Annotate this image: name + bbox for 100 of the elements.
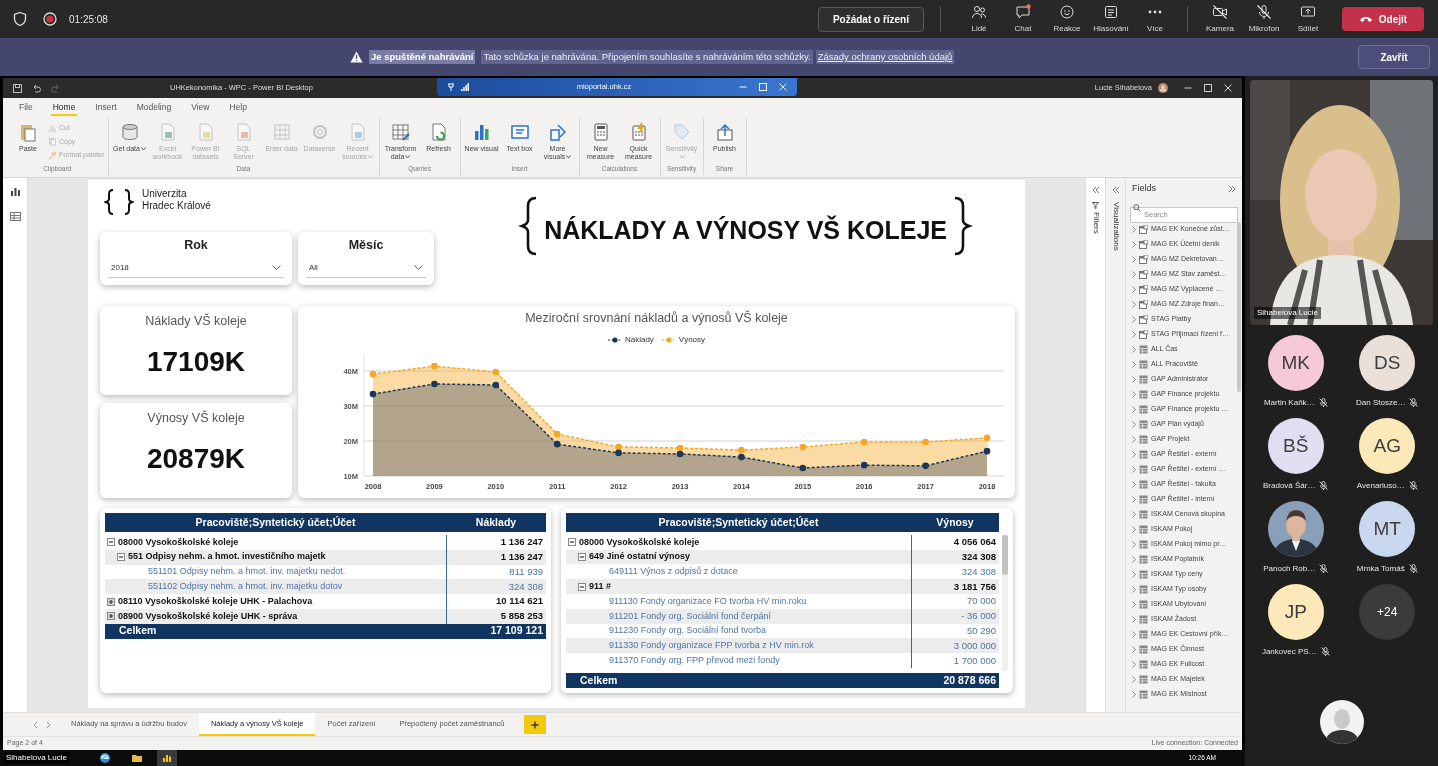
- avatar[interactable]: MT: [1359, 501, 1416, 557]
- save-icon[interactable]: [13, 83, 22, 93]
- ribbon-tab[interactable]: Modeling: [134, 100, 174, 116]
- table-cell: 3 000 000: [953, 638, 996, 653]
- camera-button[interactable]: Kamera: [1198, 1, 1242, 37]
- table-cell-text: 911370 Fondy org. FPP převod mezi fondy: [609, 653, 780, 667]
- browser-icon[interactable]: [98, 752, 111, 764]
- legend-label: Výnosy: [678, 333, 706, 346]
- chevron-right-icon: [1132, 406, 1136, 413]
- table-icon: [1139, 510, 1148, 519]
- table-cell: 649 Jiné ostatní výnosy: [589, 550, 691, 564]
- participant-name: Sihabelova Lucie: [1254, 307, 1321, 319]
- expand-pane-icon[interactable]: [1228, 185, 1236, 193]
- collapse-pane-icon[interactable]: [1111, 186, 1120, 194]
- collapse-icon[interactable]: [107, 538, 115, 547]
- caret-icon: [566, 155, 572, 160]
- clipboard-icon: [18, 122, 38, 142]
- calculated-table-icon: [1139, 225, 1148, 234]
- table-cell: 551 Odpisy nehm. a hmot. investičního majetk: [128, 550, 326, 564]
- collapse-icon[interactable]: [578, 553, 586, 562]
- chevron-right-icon: [1132, 646, 1136, 653]
- dropdown-field[interactable]: All: [306, 259, 426, 278]
- avatar[interactable]: JP: [1267, 584, 1324, 640]
- table-cell-text: 08110 Vysokoškolské koleje UHK - Palachova: [118, 594, 313, 608]
- close-button[interactable]: Zavřít: [1358, 45, 1430, 69]
- next-page-icon[interactable]: [46, 720, 51, 729]
- data-point: [799, 443, 807, 450]
- share-button[interactable]: Sdílet: [1286, 1, 1330, 37]
- table-icon: [1139, 525, 1148, 534]
- scrollbar[interactable]: [1002, 534, 1008, 671]
- previous-page-icon[interactable]: [33, 720, 38, 729]
- ribbon-tab[interactable]: Help: [227, 100, 249, 116]
- meeting-timer: 01:25:08: [69, 12, 108, 27]
- people-button[interactable]: Lidé: [957, 1, 1001, 37]
- undo-icon[interactable]: [32, 83, 41, 93]
- avatar[interactable]: DS: [1359, 335, 1416, 391]
- table-icon: [1139, 600, 1148, 609]
- collapse-icon[interactable]: [117, 553, 125, 562]
- request-control-button[interactable]: Požádat o řízení: [817, 6, 924, 32]
- collapse-icon[interactable]: [578, 582, 586, 591]
- folder-icon[interactable]: [130, 752, 143, 764]
- chat-button[interactable]: Chat: [1001, 1, 1045, 37]
- chevron-right-icon: [1132, 616, 1136, 623]
- filters-pane-tab[interactable]: Filters: [1089, 212, 1102, 234]
- chevron-right-icon: [1132, 676, 1136, 683]
- chevron-right-icon: [1132, 346, 1136, 353]
- chevron-right-icon: [1132, 526, 1136, 533]
- expand-icon[interactable]: [107, 597, 115, 606]
- reaction-button[interactable]: Reakce: [1045, 1, 1089, 37]
- dropdown-field[interactable]: 2018: [108, 259, 284, 278]
- collapse-icon[interactable]: [568, 538, 576, 547]
- avatar[interactable]: BŠ: [1267, 418, 1324, 474]
- ribbon-tab[interactable]: View: [189, 100, 212, 116]
- pin-icon[interactable]: [446, 83, 455, 91]
- more-button[interactable]: Více: [1133, 1, 1177, 37]
- table-cell-text: 911130 Fondy organizace FO tvorba HV min.roku: [609, 594, 807, 608]
- chevron-right-icon: [1132, 586, 1136, 593]
- data-point: [922, 462, 929, 469]
- close-icon[interactable]: [1224, 84, 1232, 92]
- minimize-icon[interactable]: [1184, 84, 1192, 92]
- privacy-link[interactable]: Zásady ochrany osobních údajů: [815, 49, 955, 65]
- data-point: [983, 447, 991, 455]
- chevron-right-icon: [1132, 466, 1136, 473]
- signal-icon: [460, 83, 469, 91]
- add-page-button[interactable]: [524, 715, 547, 734]
- avatar[interactable]: MK: [1267, 335, 1324, 391]
- poll-button[interactable]: Hlasování: [1089, 1, 1133, 37]
- visualizations-pane-tab[interactable]: Visualizations: [1109, 202, 1122, 251]
- table-view-icon[interactable]: [9, 211, 21, 222]
- collapse-pane-icon[interactable]: [1091, 186, 1100, 194]
- ribbon-tab[interactable]: Insert: [93, 100, 119, 116]
- table-icon: [1139, 495, 1148, 504]
- avatar[interactable]: AG: [1359, 418, 1416, 474]
- text-box-icon: [509, 122, 530, 142]
- minimize-icon[interactable]: [738, 83, 747, 91]
- taskbar-app-button[interactable]: [156, 750, 177, 766]
- table-cell: 5 858 253: [500, 609, 543, 624]
- expand-icon[interactable]: [107, 612, 115, 621]
- table-cell: 4 056 064: [953, 535, 996, 550]
- table-icon: [1139, 390, 1148, 399]
- table-cell-text: 324 308: [961, 549, 996, 564]
- table-icon: [1139, 345, 1148, 354]
- table-icon: [1139, 450, 1148, 459]
- caret-icon: [367, 155, 373, 160]
- chevron-right-icon: [1132, 271, 1136, 278]
- kpi-value: 17109K: [146, 344, 246, 379]
- calculated-table-icon: [1139, 315, 1148, 324]
- table-icon: [390, 122, 411, 142]
- slicer-title: Rok: [183, 237, 209, 254]
- chart-title: Meziroční srovnání nákladů a výnosů VŠ koleje: [525, 309, 788, 327]
- ribbon-tab[interactable]: File: [17, 100, 35, 116]
- report-view-icon[interactable]: [9, 186, 21, 197]
- redo-icon[interactable]: [51, 83, 60, 93]
- table-icon: [1139, 480, 1148, 489]
- restore-icon[interactable]: [1204, 84, 1212, 92]
- phone-icon: [1358, 14, 1373, 24]
- chevron-right-icon: [1132, 301, 1136, 308]
- microphone-button[interactable]: Mikrofon: [1242, 1, 1286, 37]
- leave-button[interactable]: Odejít: [1342, 7, 1424, 31]
- more-participants-button[interactable]: +24: [1359, 584, 1416, 640]
